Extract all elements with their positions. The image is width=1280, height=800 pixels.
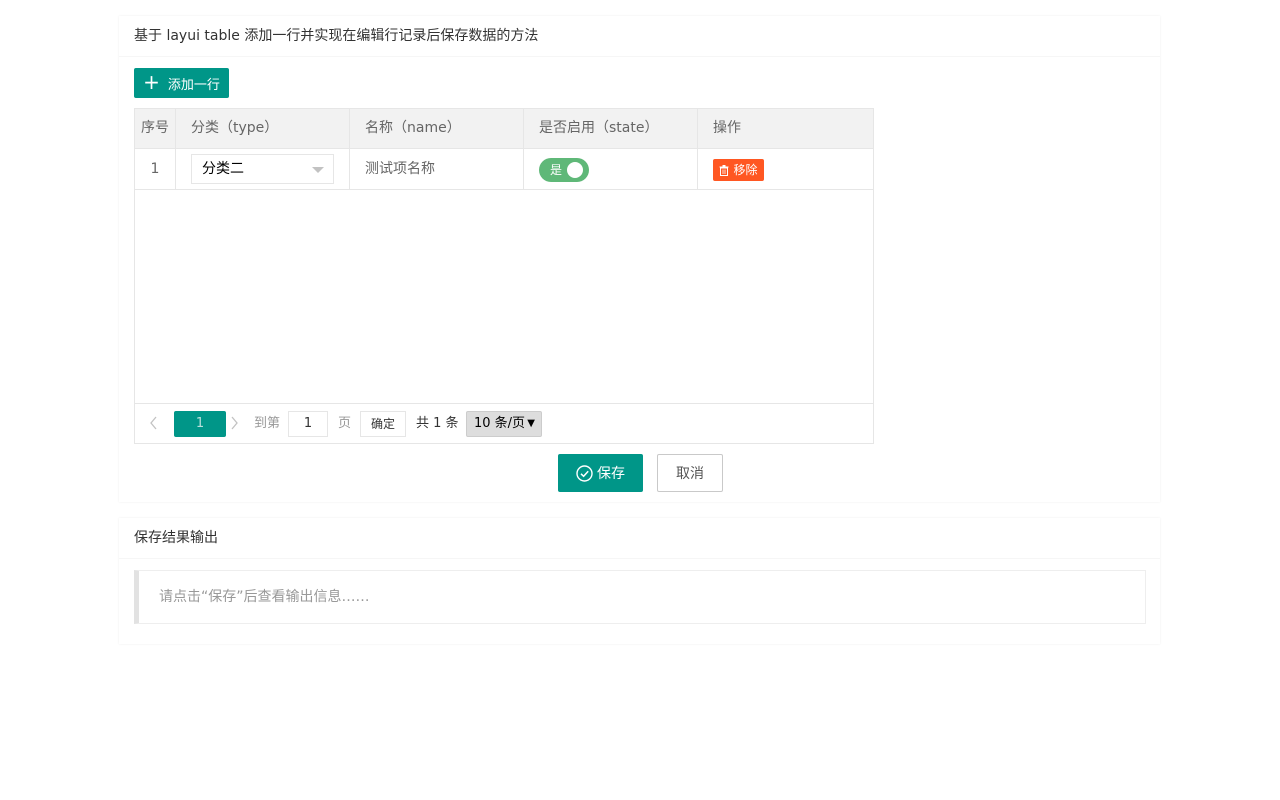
edit-panel: 基于 layui table 添加一行并实现在编辑行记录后保存数据的方法 + 添… — [119, 16, 1160, 502]
output-panel: 保存结果输出 请点击“保存”后查看输出信息…… — [119, 518, 1160, 644]
column-header-action: 操作 — [713, 120, 741, 136]
pagination-limit-value: 10 条/页 — [474, 416, 526, 431]
remove-label: 移除 — [733, 163, 758, 177]
type-cell: 分类二 — [176, 149, 350, 189]
table-header: 序号 分类（type） 名称（name） 是否启用（state） 操作 — [135, 109, 873, 149]
action-cell: 移除 — [698, 149, 873, 189]
row-index: 1 — [135, 149, 176, 189]
cancel-button[interactable]: 取消 — [657, 454, 723, 492]
type-select-value: 分类二 — [202, 161, 244, 177]
column-header-state: 是否启用（state） — [524, 109, 698, 148]
chevron-down-icon — [312, 167, 324, 173]
column-header-name: 名称（name） — [350, 109, 524, 148]
data-table: 序号 分类（type） 名称（name） 是否启用（state） 操作 1 分类… — [134, 108, 874, 444]
chevron-left-icon[interactable] — [149, 416, 159, 430]
remove-row-button[interactable]: 移除 — [713, 159, 764, 181]
plus-icon: + — [143, 70, 160, 94]
save-button[interactable]: 保存 — [558, 454, 643, 492]
state-toggle-label: 是 — [550, 163, 563, 177]
name-cell[interactable]: 测试项名称 — [350, 149, 524, 189]
output-message: 请点击“保存”后查看输出信息…… — [134, 570, 1146, 624]
column-header-type: 分类（type） — [176, 109, 350, 148]
pagination-confirm-button[interactable]: 确定 — [360, 411, 406, 437]
caret-down-icon: ▼ — [527, 418, 535, 429]
pagination-current-page[interactable]: 1 — [174, 411, 226, 437]
state-toggle[interactable]: 是 — [539, 158, 589, 182]
edit-panel-title: 基于 layui table 添加一行并实现在编辑行记录后保存数据的方法 — [119, 16, 1160, 57]
pagination: 1 到第 1 页 确定 共 1 条 10 条/页 ▼ — [135, 403, 873, 443]
save-label: 保存 — [597, 466, 625, 482]
toggle-knob — [567, 162, 583, 178]
type-select[interactable]: 分类二 — [191, 154, 334, 184]
pagination-goto-label: 到第 — [254, 416, 281, 431]
pagination-page-label: 页 — [338, 416, 352, 431]
add-row-button[interactable]: + 添加一行 — [134, 68, 229, 98]
add-row-label: 添加一行 — [167, 77, 220, 93]
pagination-page-input[interactable]: 1 — [288, 411, 328, 437]
state-cell: 是 — [524, 149, 698, 189]
output-panel-title: 保存结果输出 — [119, 518, 1160, 559]
pagination-total: 共 1 条 — [416, 416, 459, 431]
pagination-limit-select[interactable]: 10 条/页 ▼ — [466, 411, 542, 437]
chevron-right-icon[interactable] — [229, 416, 239, 430]
table-row: 1 分类二 测试项名称 是 移除 — [135, 149, 873, 190]
trash-icon — [719, 164, 729, 176]
column-header-index: 序号 — [135, 109, 176, 148]
check-circle-icon — [576, 464, 593, 482]
